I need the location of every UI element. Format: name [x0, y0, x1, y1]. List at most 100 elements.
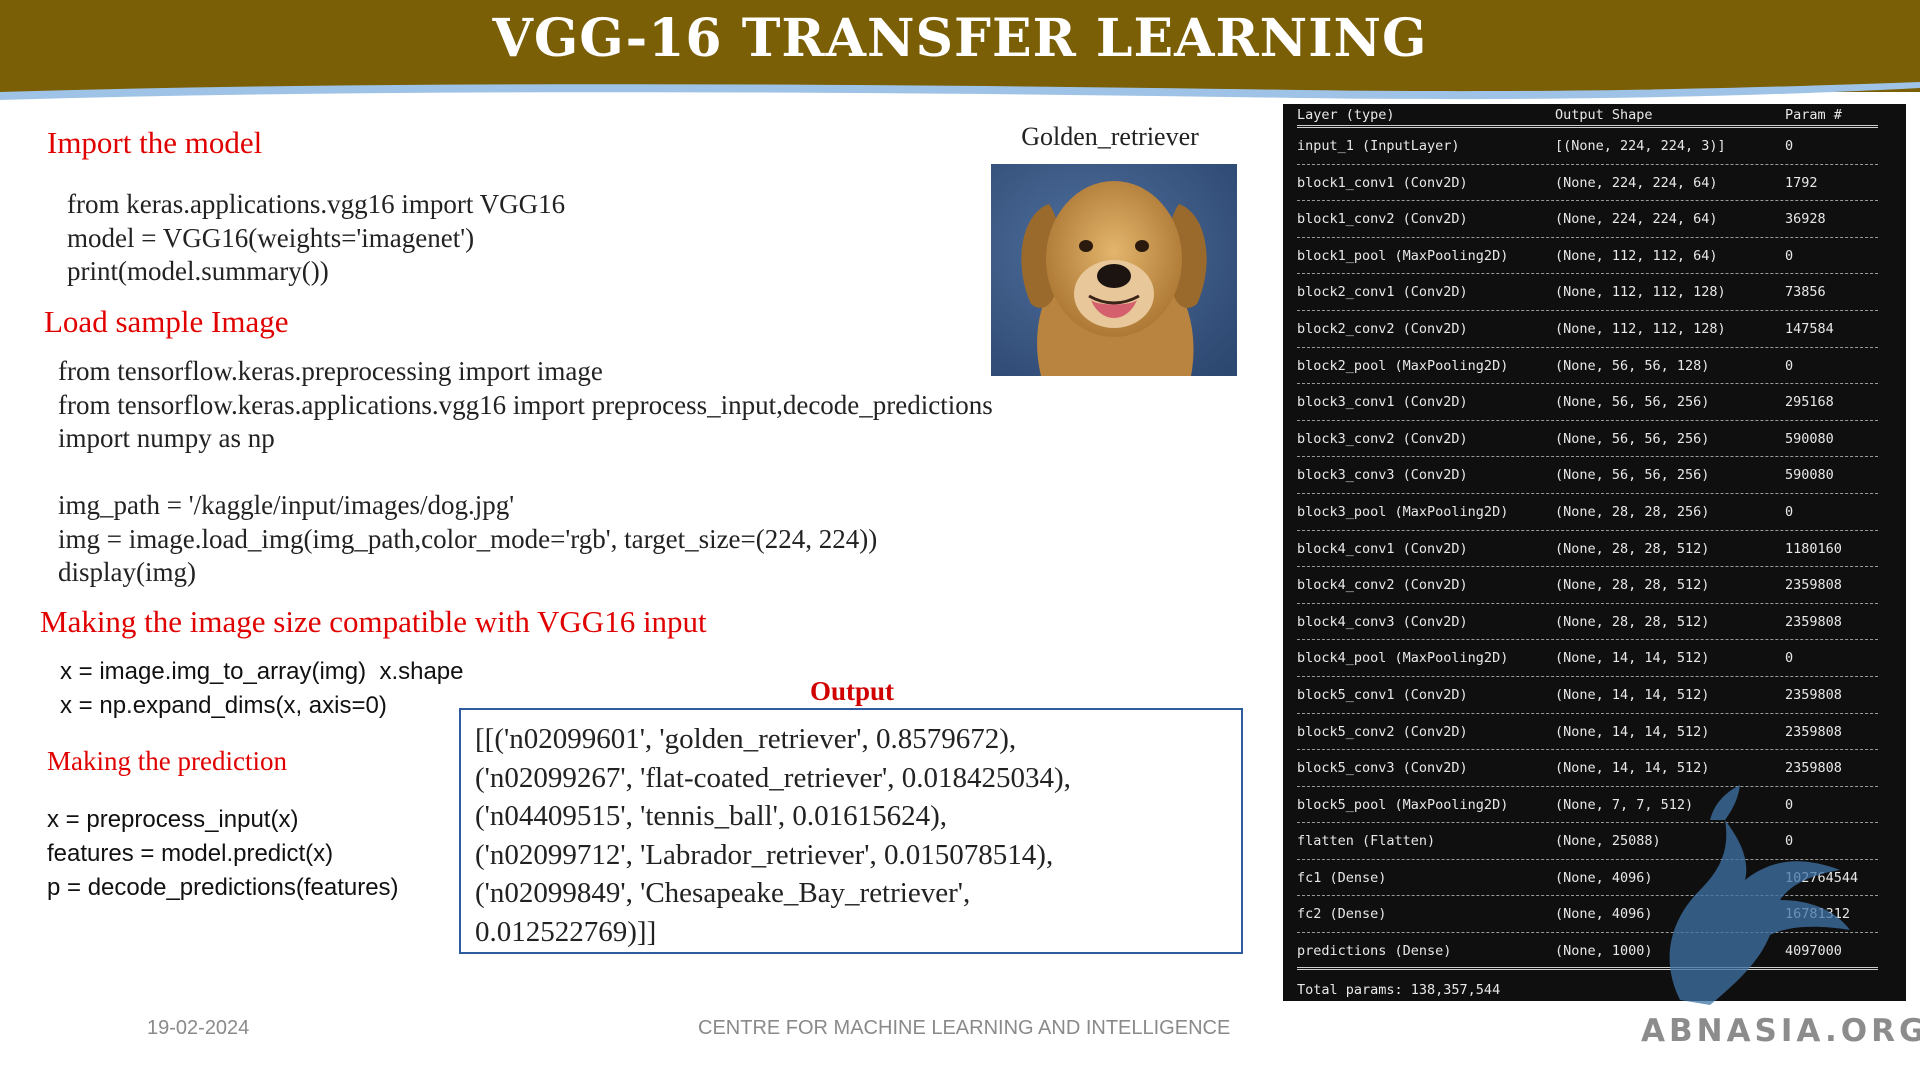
summary-row: input_1 (InputLayer) [(None, 224, 224, 3)… — [1297, 128, 1892, 165]
layer-name-cell: block4_pool (MaxPooling2D) — [1297, 650, 1509, 667]
code-line: x = image.img_to_array(img) x.shape — [60, 658, 464, 685]
output-line: ('n02099849', 'Chesapeake_Bay_retriever'… — [475, 877, 971, 909]
summary-row: block4_conv3 (Conv2D) (None, 28, 28, 512)… — [1297, 604, 1892, 641]
output-shape-cell: (None, 56, 56, 128) — [1555, 357, 1710, 374]
output-line: [[('n02099601', 'golden_retriever', 0.85… — [475, 723, 1017, 755]
output-shape-cell: (None, 224, 224, 64) — [1555, 211, 1718, 228]
param-count-cell: 2359808 — [1785, 686, 1842, 703]
heading-resize: Making the image size compatible with VG… — [40, 604, 707, 639]
layer-name-cell: block2_conv2 (Conv2D) — [1297, 320, 1468, 337]
code-line: model = VGG16(weights='imagenet') — [67, 222, 475, 253]
summary-header-row: Layer (type) Output Shape Param # — [1297, 104, 1892, 128]
code-line: from tensorflow.keras.applications.vgg16… — [58, 389, 993, 420]
output-box: [[('n02099601', 'golden_retriever', 0.85… — [459, 708, 1243, 954]
param-count-cell: 2359808 — [1785, 613, 1842, 630]
output-shape-cell: (None, 112, 112, 64) — [1555, 247, 1718, 264]
layer-name-cell: block3_conv1 (Conv2D) — [1297, 394, 1468, 411]
output-shape-cell: (None, 56, 56, 256) — [1555, 394, 1710, 411]
layer-name-cell: block5_conv2 (Conv2D) — [1297, 723, 1468, 740]
layer-name-cell: block3_conv3 (Conv2D) — [1297, 467, 1468, 484]
layer-name-cell: input_1 (InputLayer) — [1297, 138, 1460, 154]
param-count-cell: 295168 — [1785, 394, 1834, 411]
param-count-cell: 36928 — [1785, 211, 1826, 228]
output-shape-cell: (None, 28, 28, 512) — [1555, 577, 1710, 594]
code-line: from keras.applications.vgg16 import VGG… — [67, 189, 566, 219]
code-line: p = decode_predictions(features) — [47, 874, 399, 901]
footer-date: 19-02-2024 — [147, 1017, 250, 1039]
layer-name-cell: block4_conv2 (Conv2D) — [1297, 577, 1468, 594]
heading-prediction: Making the prediction — [47, 746, 287, 776]
code-line: from tensorflow.keras.preprocessing impo… — [58, 356, 603, 386]
layer-name-cell: block5_pool (MaxPooling2D) — [1297, 796, 1509, 813]
summary-row: block3_conv3 (Conv2D) (None, 56, 56, 256)… — [1297, 457, 1892, 494]
code-resize: x = image.img_to_array(img) x.shape x = … — [60, 655, 464, 723]
param-count-cell: 147584 — [1785, 320, 1834, 337]
summary-row: block3_conv2 (Conv2D) (None, 56, 56, 256)… — [1297, 421, 1892, 458]
summary-total: Total params: 138,357,544 — [1297, 982, 1501, 998]
layer-name-cell: block3_pool (MaxPooling2D) — [1297, 503, 1509, 520]
heading-load-image: Load sample Image — [44, 304, 289, 339]
output-line: 0.012522769)]] — [475, 915, 657, 948]
footer-centre: CENTRE FOR MACHINE LEARNING AND INTELLIG… — [698, 1017, 1231, 1039]
output-shape-cell: (None, 28, 28, 256) — [1555, 503, 1710, 520]
bird-watermark-logo — [1669, 785, 1850, 1005]
param-count-cell: 0 — [1785, 138, 1794, 154]
output-shape-cell: (None, 56, 56, 256) — [1555, 430, 1710, 447]
summary-row: block4_pool (MaxPooling2D) (None, 14, 14,… — [1297, 640, 1892, 677]
code-line: display(img) — [58, 557, 196, 587]
summary-row: block3_conv1 (Conv2D) (None, 56, 56, 256)… — [1297, 384, 1892, 421]
layer-name-cell: block5_conv1 (Conv2D) — [1297, 686, 1468, 703]
summary-header-shape: Output Shape — [1555, 107, 1653, 123]
summary-row: block1_pool (MaxPooling2D) (None, 112, 11… — [1297, 238, 1892, 275]
summary-row: block2_conv1 (Conv2D) (None, 112, 112, 12… — [1297, 274, 1892, 311]
param-count-cell: 0 — [1785, 650, 1794, 667]
summary-row: block2_pool (MaxPooling2D) (None, 56, 56,… — [1297, 348, 1892, 385]
heading-import-model: Import the model — [47, 125, 263, 160]
output-shape-cell: (None, 14, 14, 512) — [1555, 723, 1710, 740]
summary-row: block4_conv2 (Conv2D) (None, 28, 28, 512)… — [1297, 567, 1892, 604]
output-line: ('n02099712', 'Labrador_retriever', 0.01… — [475, 838, 1054, 871]
layer-name-cell: block1_conv1 (Conv2D) — [1297, 174, 1468, 191]
code-line: print(model.summary()) — [67, 256, 329, 286]
layer-name-cell: predictions (Dense) — [1297, 943, 1452, 960]
code-line: features = model.predict(x) — [47, 840, 334, 867]
output-shape-cell: (None, 112, 112, 128) — [1555, 320, 1726, 337]
layer-name-cell: block1_conv2 (Conv2D) — [1297, 211, 1468, 228]
output-shape-cell: (None, 56, 56, 256) — [1555, 467, 1710, 484]
summary-header-params: Param # — [1785, 107, 1842, 123]
code-line: import numpy as np — [58, 423, 275, 453]
layer-name-cell: block3_conv2 (Conv2D) — [1297, 430, 1468, 447]
layer-name-cell: block5_conv3 (Conv2D) — [1297, 760, 1468, 777]
code-import-model: from keras.applications.vgg16 import VGG… — [67, 188, 565, 289]
layer-name-cell: block4_conv3 (Conv2D) — [1297, 613, 1468, 630]
golden-retriever-photo — [991, 164, 1237, 376]
summary-row: block5_conv1 (Conv2D) (None, 14, 14, 512)… — [1297, 677, 1892, 714]
code-line: img = image.load_img(img_path,color_mode… — [58, 523, 878, 554]
param-count-cell: 1792 — [1785, 174, 1818, 191]
summary-row: block5_conv2 (Conv2D) (None, 14, 14, 512)… — [1297, 714, 1892, 751]
summary-row: block3_pool (MaxPooling2D) (None, 28, 28,… — [1297, 494, 1892, 531]
code-load-image: from tensorflow.keras.preprocessing impo… — [58, 355, 993, 590]
param-count-cell: 590080 — [1785, 430, 1834, 447]
brand-logo-text: ABNASIA.ORG — [1641, 1013, 1920, 1049]
output-shape-cell: (None, 28, 28, 512) — [1555, 613, 1710, 630]
output-title: Output — [809, 676, 895, 706]
output-shape-cell: (None, 14, 14, 512) — [1555, 686, 1710, 703]
output-shape-cell: (None, 14, 14, 512) — [1555, 650, 1710, 667]
output-shape-cell: (None, 224, 224, 64) — [1555, 174, 1718, 191]
layer-name-cell: block2_conv1 (Conv2D) — [1297, 284, 1468, 301]
param-count-cell: 1180160 — [1785, 540, 1842, 557]
output-shape-cell: (None, 1000) — [1555, 943, 1653, 960]
param-count-cell: 0 — [1785, 247, 1794, 264]
summary-row: block2_conv2 (Conv2D) (None, 112, 112, 12… — [1297, 311, 1892, 348]
code-line: img_path = '/kaggle/input/images/dog.jpg… — [58, 490, 515, 520]
code-prediction: x = preprocess_input(x) features = model… — [47, 803, 399, 905]
layer-name-cell: block1_pool (MaxPooling2D) — [1297, 247, 1509, 264]
summary-row: block1_conv1 (Conv2D) (None, 224, 224, 64… — [1297, 165, 1892, 202]
summary-row: block1_conv2 (Conv2D) (None, 224, 224, 64… — [1297, 201, 1892, 238]
param-count-cell: 2359808 — [1785, 577, 1842, 594]
layer-name-cell: fc1 (Dense) — [1297, 869, 1387, 886]
image-caption: Golden_retriever — [1021, 122, 1199, 151]
output-shape-cell: (None, 28, 28, 512) — [1555, 540, 1710, 557]
